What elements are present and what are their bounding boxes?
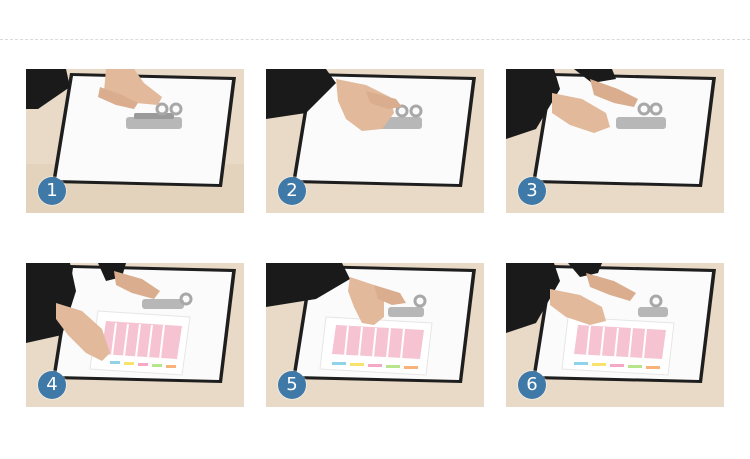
step-4-photo: 4 [26,263,244,407]
label-sheet [319,316,433,376]
step-3-photo: 3 [506,69,724,213]
step-6-photo: 6 [506,263,724,407]
step-number-badge: 6 [518,371,546,399]
label-sheet [561,316,675,376]
step-number-badge: 3 [518,177,546,205]
step-1-photo: 1 [26,69,244,213]
step-number-badge: 4 [38,371,66,399]
step-number-badge: 5 [278,371,306,399]
step-2-photo: 2 [266,69,484,213]
step-number-badge: 2 [278,177,306,205]
step-grid: 1 2 3 4 5 6 [26,69,724,407]
step-number-badge: 1 [38,177,66,205]
step-5-photo: 5 [266,263,484,407]
dashed-divider [0,39,750,40]
